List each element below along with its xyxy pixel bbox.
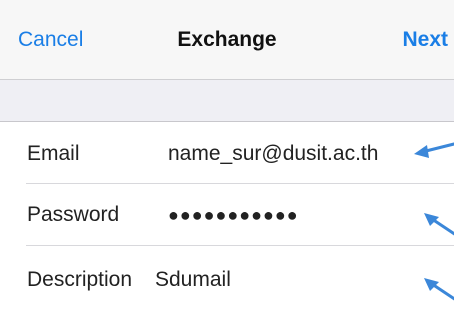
pointer-arrow-icon [424,213,454,236]
password-label: Password [27,203,120,226]
navigation-bar: Cancel Exchange Next [0,0,454,80]
account-form: Email name_sur@dusit.ac.th Password ●●●●… [0,122,454,309]
pointer-arrow-icon [424,278,454,301]
password-field[interactable]: ●●●●●●●●●●● [168,202,299,228]
pointer-arrow-icon [414,142,454,158]
section-header-spacer [0,80,454,122]
description-label: Description [27,268,133,291]
password-row[interactable]: Password ●●●●●●●●●●● [0,184,454,246]
next-button[interactable]: Next [402,27,448,53]
description-row[interactable]: Description Sdumail [0,246,454,309]
description-field[interactable]: Sdumail [155,267,231,293]
cancel-button[interactable]: Cancel [18,27,83,53]
email-label: Email [27,142,80,165]
email-field[interactable]: name_sur@dusit.ac.th [168,141,378,167]
email-row[interactable]: Email name_sur@dusit.ac.th [0,122,454,184]
